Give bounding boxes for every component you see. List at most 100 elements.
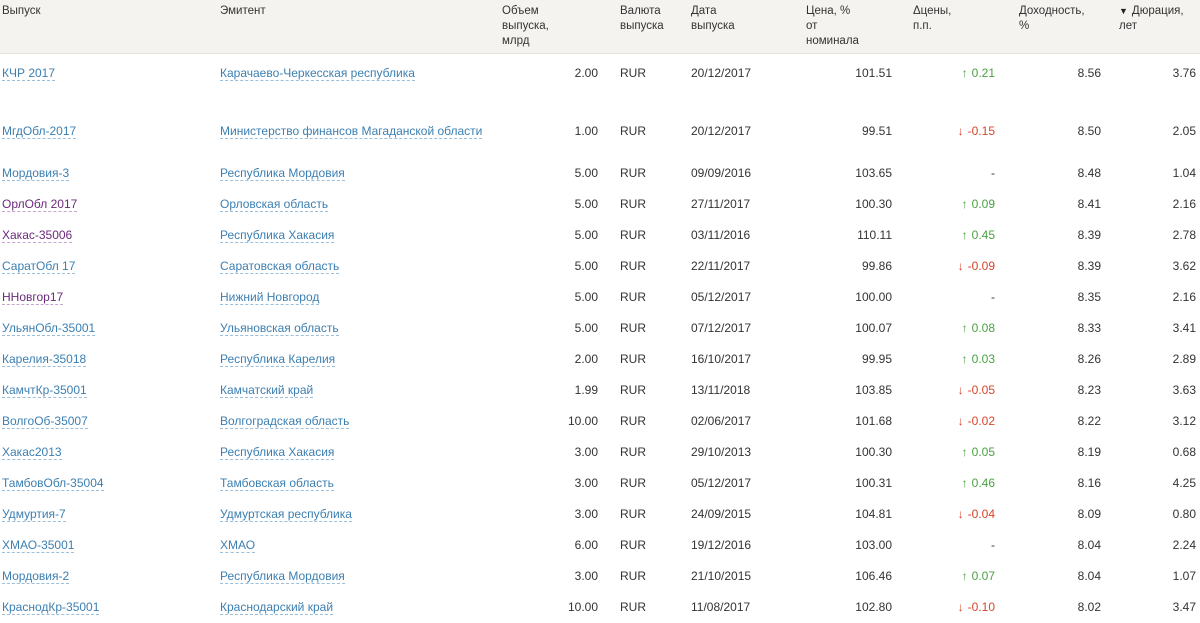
issuer-link[interactable]: Нижний Новгород (220, 290, 319, 305)
currency-cell: RUR (620, 197, 646, 211)
delta-cell: -0.15 (968, 124, 995, 138)
header-currency[interactable]: Валютавыпуска (602, 0, 689, 54)
issuer-link[interactable]: Саратовская область (220, 259, 339, 274)
volume-cell: 5.00 (575, 259, 598, 273)
duration-cell: 2.78 (1173, 228, 1196, 242)
header-issue[interactable]: Выпуск (0, 0, 218, 54)
volume-cell: 5.00 (575, 321, 598, 335)
date-cell: 13/11/2018 (691, 383, 750, 397)
price-cell: 110.11 (857, 228, 892, 242)
volume-cell: 3.00 (575, 507, 598, 521)
duration-cell: 0.68 (1173, 445, 1196, 459)
arrow-down-icon: ↓ (958, 383, 964, 398)
table-row: Мордовия-3Республика Мордовия5.00RUR09/0… (0, 158, 1200, 189)
yield-cell: 8.04 (1078, 538, 1101, 552)
currency-cell: RUR (620, 228, 646, 242)
delta-cell: -0.05 (968, 383, 995, 397)
header-volume[interactable]: Объемвыпуска,млрд (490, 0, 602, 54)
price-cell: 100.31 (855, 476, 892, 490)
issuer-link[interactable]: Краснодарский край (220, 600, 333, 615)
header-issuer[interactable]: Эмитент (218, 0, 490, 54)
issue-link[interactable]: КамчтКр-35001 (2, 383, 87, 398)
arrow-up-icon: ↑ (962, 476, 968, 491)
issue-link[interactable]: ННовгор17 (2, 290, 63, 305)
price-cell: 100.00 (855, 290, 892, 304)
volume-cell: 5.00 (575, 228, 598, 242)
yield-cell: 8.35 (1078, 290, 1101, 304)
volume-cell: 5.00 (575, 197, 598, 211)
issuer-link[interactable]: Удмуртская республика (220, 507, 352, 522)
yield-cell: 8.41 (1078, 197, 1101, 211)
delta-cell: 0.05 (972, 445, 995, 459)
issue-link[interactable]: Мордовия-3 (2, 166, 69, 181)
arrow-down-icon: ↓ (958, 414, 964, 429)
price-cell: 101.68 (855, 414, 892, 428)
currency-cell: RUR (620, 383, 646, 397)
issuer-link[interactable]: Республика Мордовия (220, 569, 345, 584)
delta-cell: - (991, 538, 995, 552)
issue-link[interactable]: КЧР 2017 (2, 66, 55, 81)
header-price[interactable]: Цена, %отноминала (794, 0, 896, 54)
price-cell: 101.51 (855, 66, 892, 80)
issuer-link[interactable]: Ульяновская область (220, 321, 339, 336)
date-cell: 29/10/2013 (691, 445, 751, 459)
issuer-link[interactable]: Карачаево-Черкесская республика (220, 66, 415, 81)
issue-link[interactable]: Карелия-35018 (2, 352, 86, 367)
yield-cell: 8.48 (1078, 166, 1101, 180)
issuer-link[interactable]: Тамбовская область (220, 476, 334, 491)
duration-cell: 3.41 (1173, 321, 1196, 335)
yield-cell: 8.39 (1078, 228, 1101, 242)
issuer-link[interactable]: Республика Мордовия (220, 166, 345, 181)
issue-link[interactable]: СаратОбл 17 (2, 259, 75, 274)
issuer-link[interactable]: Орловская область (220, 197, 328, 212)
issue-link[interactable]: ХМАО-35001 (2, 538, 74, 553)
issue-link[interactable]: ВолгоОб-35007 (2, 414, 88, 429)
date-cell: 16/10/2017 (691, 352, 751, 366)
issue-link[interactable]: МгдОбл-2017 (2, 124, 76, 139)
date-cell: 09/09/2016 (691, 166, 751, 180)
volume-cell: 5.00 (575, 290, 598, 304)
table-row: КамчтКр-35001Камчатский край1.99RUR13/11… (0, 375, 1200, 406)
header-yield[interactable]: Доходность,% (999, 0, 1105, 54)
date-cell: 05/12/2017 (691, 476, 751, 490)
header-date[interactable]: Датавыпуска (689, 0, 794, 54)
issue-link[interactable]: Мордовия-2 (2, 569, 69, 584)
yield-cell: 8.26 (1078, 352, 1101, 366)
bonds-table: Выпуск Эмитент Объемвыпуска,млрд Валютав… (0, 0, 1200, 623)
yield-cell: 8.19 (1078, 445, 1101, 459)
price-cell: 103.85 (855, 383, 892, 397)
arrow-up-icon: ↑ (962, 228, 968, 243)
price-cell: 100.07 (855, 321, 892, 335)
issuer-link[interactable]: ХМАО (220, 538, 255, 553)
price-cell: 103.00 (855, 538, 892, 552)
currency-cell: RUR (620, 166, 646, 180)
table-row: Хакас2013Республика Хакасия3.00RUR29/10/… (0, 437, 1200, 468)
issuer-link[interactable]: Министерство финансов Магаданской област… (220, 124, 482, 139)
table-row: Хакас-35006Республика Хакасия5.00RUR03/1… (0, 220, 1200, 251)
issuer-link[interactable]: Республика Карелия (220, 352, 335, 367)
date-cell: 24/09/2015 (691, 507, 751, 521)
issuer-link[interactable]: Камчатский край (220, 383, 313, 398)
issue-link[interactable]: КраснодКр-35001 (2, 600, 99, 615)
issuer-link[interactable]: Республика Хакасия (220, 228, 334, 243)
issue-link[interactable]: ТамбовОбл-35004 (2, 476, 104, 491)
issue-link[interactable]: Хакас-35006 (2, 228, 72, 243)
issuer-link[interactable]: Республика Хакасия (220, 445, 334, 460)
issue-link[interactable]: УльянОбл-35001 (2, 321, 95, 336)
table-row: ХМАО-35001ХМАО6.00RUR19/12/2016103.00-8.… (0, 530, 1200, 561)
duration-cell: 3.63 (1173, 383, 1196, 397)
issue-link[interactable]: Хакас2013 (2, 445, 62, 460)
issue-link[interactable]: ОрлОбл 2017 (2, 197, 77, 212)
date-cell: 07/12/2017 (691, 321, 751, 335)
issue-link[interactable]: Удмуртия-7 (2, 507, 66, 522)
table-row: КраснодКр-35001Краснодарский край10.00RU… (0, 592, 1200, 623)
issuer-link[interactable]: Волгоградская область (220, 414, 349, 429)
header-duration[interactable]: ▼Дюрация,лет (1105, 0, 1200, 54)
header-delta[interactable]: Δцены,п.п. (896, 0, 999, 54)
duration-cell: 1.07 (1173, 569, 1196, 583)
yield-cell: 8.56 (1078, 66, 1101, 80)
table-row: Удмуртия-7Удмуртская республика3.00RUR24… (0, 499, 1200, 530)
arrow-up-icon: ↑ (962, 321, 968, 336)
currency-cell: RUR (620, 321, 646, 335)
volume-cell: 1.00 (575, 124, 598, 138)
